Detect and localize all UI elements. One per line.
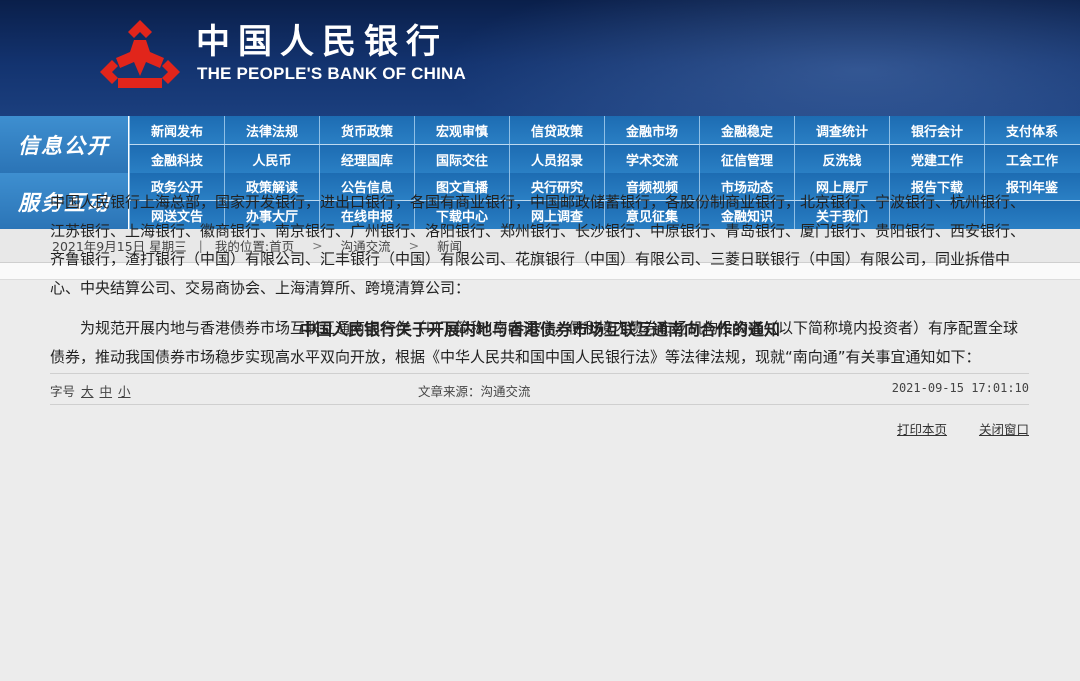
nav-item[interactable]: 新闻发布 [129, 116, 224, 144]
nav-item[interactable]: 工会工作 [984, 145, 1079, 173]
font-medium-link[interactable]: 中 [100, 384, 113, 399]
font-size-label: 字号 [50, 384, 76, 399]
nav-item[interactable]: 法律法规 [224, 116, 319, 144]
nav-item[interactable]: 货币政策 [319, 116, 414, 144]
article-datetime: 2021-09-15 17:01:10 [891, 381, 1029, 395]
header-banner: 中国人民银行 THE PEOPLE'S BANK OF CHINA [0, 0, 1080, 116]
bank-name-cn: 中国人民银行 [196, 22, 448, 62]
banner-glow [440, 0, 1080, 116]
pboc-logo-icon[interactable] [98, 18, 182, 90]
nav-item[interactable]: 金融稳定 [699, 116, 794, 144]
nav-item[interactable]: 金融市场 [604, 116, 699, 144]
nav-item[interactable]: 金融科技 [129, 145, 224, 173]
nav-item[interactable]: 经理国库 [319, 145, 414, 173]
nav-item[interactable]: 信贷政策 [509, 116, 604, 144]
nav-item[interactable]: 征信管理 [699, 145, 794, 173]
nav-item[interactable]: 银行会计 [889, 116, 984, 144]
nav-item[interactable]: 支付体系 [984, 116, 1079, 144]
nav-item[interactable]: 人民币 [224, 145, 319, 173]
nav-item[interactable]: 学术交流 [604, 145, 699, 173]
font-large-link[interactable]: 大 [81, 384, 94, 399]
close-window-link[interactable]: 关闭窗口 [979, 422, 1029, 437]
print-link[interactable]: 打印本页 [897, 422, 947, 437]
nav-item[interactable]: 宏观审慎 [414, 116, 509, 144]
nav-item[interactable]: 调查统计 [794, 116, 889, 144]
bank-name-en: THE PEOPLE'S BANK OF CHINA [197, 64, 466, 83]
article-body: 中国人民银行上海总部，国家开发银行，进出口银行，各国有商业银行，中国邮政储蓄银行… [50, 188, 1030, 383]
nav-item[interactable]: 反洗钱 [794, 145, 889, 173]
font-size-control: 字号大中小 [50, 381, 131, 400]
article-paragraph: 为规范开展内地与香港债券市场互联互通南向合作（以下简称“南向通”），便利境内债券… [50, 319, 1019, 366]
font-small-link[interactable]: 小 [118, 384, 131, 399]
article-actions: 打印本页 关闭窗口 [865, 419, 1029, 438]
nav-item[interactable]: 人员招录 [509, 145, 604, 173]
article-source: 文章来源：沟通交流 [418, 384, 531, 399]
nav-group-label[interactable]: 信息公开 [0, 116, 129, 173]
nav-row: 新闻发布 法律法规 货币政策 宏观审慎 信贷政策 金融市场 金融稳定 调查统计 … [129, 116, 1080, 144]
nav-row: 金融科技 人民币 经理国库 国际交往 人员招录 学术交流 征信管理 反洗钱 党建… [129, 145, 1080, 173]
nav-group-info: 信息公开 新闻发布 法律法规 货币政策 宏观审慎 信贷政策 金融市场 金融稳定 … [0, 116, 1080, 173]
nav-item[interactable]: 党建工作 [889, 145, 984, 173]
nav-item[interactable]: 国际交往 [414, 145, 509, 173]
article-paragraph: 中国人民银行上海总部，国家开发银行，进出口银行，各国有商业银行，中国邮政储蓄银行… [50, 193, 1026, 297]
